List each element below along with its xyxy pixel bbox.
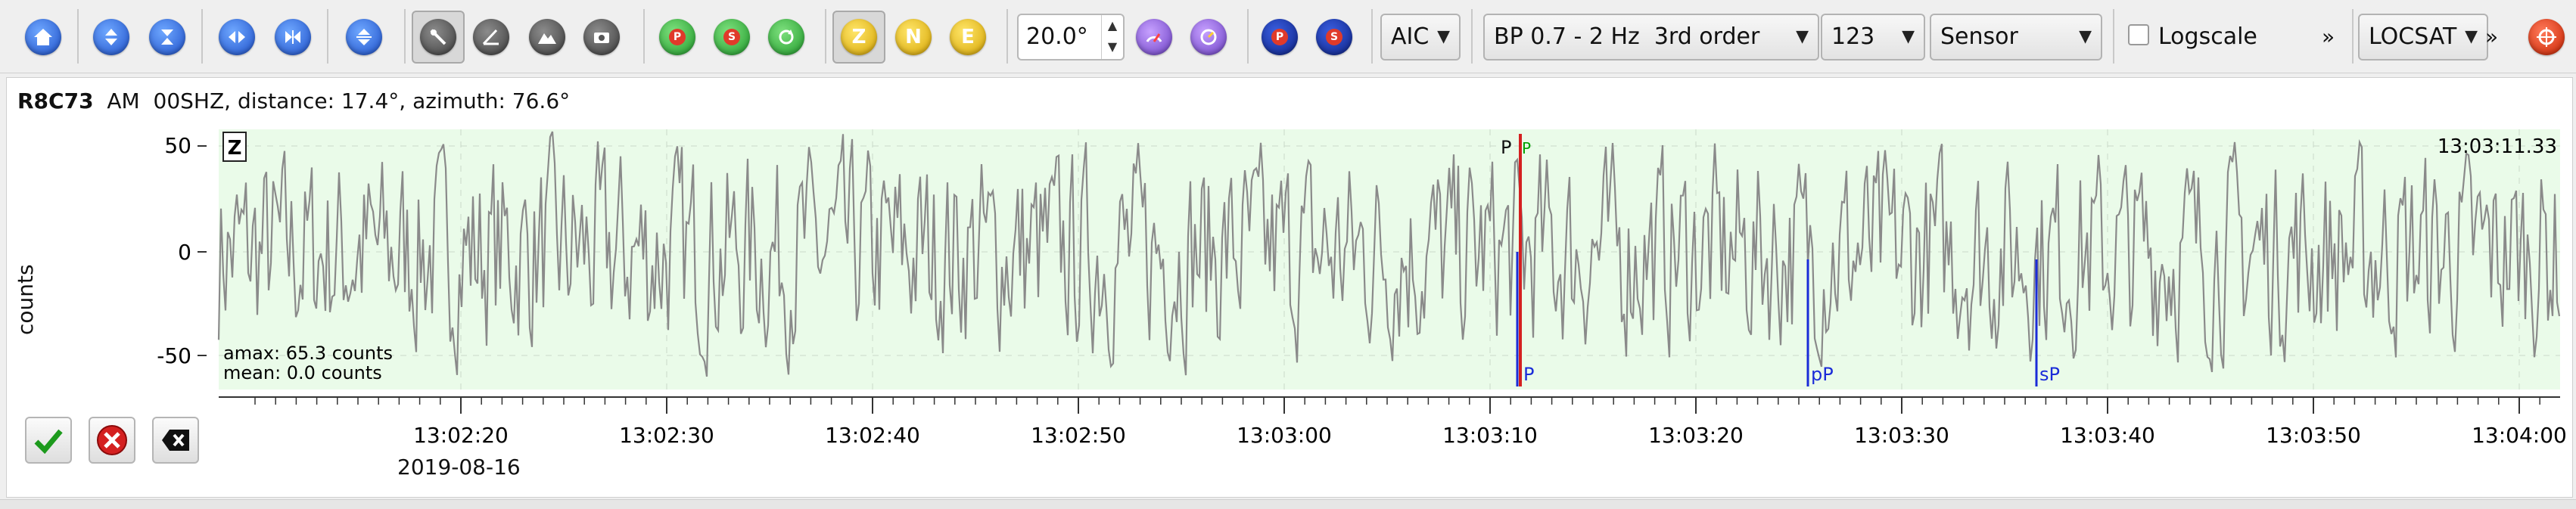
rotate-button[interactable] [1128,11,1181,64]
y-tick-label: 0 [178,240,191,265]
x-tick-label: 13:02:50 [1031,423,1126,448]
pick-p-button[interactable]: P [651,11,704,64]
rotate-gauge-icon [1136,19,1172,55]
cancel-icon [97,425,127,455]
filter-select[interactable]: BP 0.7 - 2 Hz 3rd order ▼ [1483,14,1819,61]
component-badge: Z [228,137,242,160]
mean-label: mean: 0.0 counts [223,362,382,383]
show-s-button[interactable]: S [1308,11,1361,64]
scroll-left-right-button[interactable] [210,11,263,64]
rotation-angle-spinbox[interactable]: 20.0° ▲ ▼ [1017,14,1125,61]
x-tick-label: 13:04:00 [2472,423,2567,448]
time-axis-ticks: 13:02:20 13:02:30 13:02:40 13:02:50 13:03:00… [254,397,2567,448]
check-icon [34,429,63,454]
amax-label: amax: 65.3 counts [223,343,393,364]
toolbar-overflow-icon-2[interactable]: » [2485,14,2498,61]
waveform-plot[interactable]: P PP pP sP Z 50 0 -50 13:03:11.33 amax: 65.… [7,78,2574,498]
spin-arrows-icon[interactable]: ▲ ▼ [1101,15,1123,59]
refresh-pick-icon [768,19,804,55]
n-component-icon: N [895,19,932,55]
show-p-button[interactable]: P [1253,11,1306,64]
component-n-button[interactable]: N [887,11,940,64]
stream-count-select[interactable]: 123 ▼ [1821,14,1925,61]
pick-label-automatic: P [1522,139,1531,157]
x-tick-label: 13:03:30 [1854,423,1949,448]
p-pick-icon: P [659,19,695,55]
logscale-label: Logscale [2158,23,2257,50]
recorder-icon [583,19,620,55]
chevron-down-icon: ▼ [1796,27,1809,46]
align-vertical-icon [346,19,382,55]
zoom-time-button[interactable] [266,11,319,64]
x-tick-label: 13:02:40 [825,423,920,448]
pick-next-button[interactable] [760,11,813,64]
align-button[interactable] [338,11,390,64]
locate-button[interactable] [2520,11,2573,64]
z-component-icon: Z [841,19,877,55]
home-icon [25,19,61,55]
time-readout: 13:03:11.33 [2438,135,2557,158]
e-component-icon: E [950,19,986,55]
component-z-button[interactable]: Z [832,11,885,64]
chevron-down-icon: ▼ [1437,27,1450,46]
trace-area[interactable] [219,129,2560,390]
trace-panel: R8C73 AM 00SHZ, distance: 17.4°, azimuth… [6,77,2573,498]
pick-cursor-icon [420,19,456,55]
s-phase-icon: S [1316,19,1352,55]
spectrum-button[interactable] [521,11,574,64]
clear-picks-button[interactable] [152,417,199,464]
pick-label-manual: P [1501,137,1511,158]
mountain-icon [529,19,565,55]
x-tick-label: 13:03:00 [1237,423,1332,448]
angle-icon [473,19,509,55]
arrow-left-right-icon [219,19,255,55]
zoom-amplitude-button[interactable] [141,11,194,64]
toolbar: P S Z N E 20.0° ▲ ▼ P S AIC ▼ BP 0.7 - 2… [0,0,2576,73]
p-phase-icon: P [1262,19,1298,55]
arrows-inward-icon [149,19,185,55]
y-tick-label: 50 [164,133,191,158]
pick-mode-button[interactable] [412,11,465,64]
chevron-down-icon: ▼ [2465,27,2478,46]
x-tick-label: 13:03:20 [1648,423,1744,448]
picker-method-select[interactable]: AIC ▼ [1380,14,1461,61]
pick-label-theoretical-p: P [1523,364,1534,385]
chevron-down-icon: ▼ [2079,27,2092,46]
x-tick-label: 13:02:20 [413,423,509,448]
home-button[interactable] [17,11,70,64]
arrow-up-down-icon [93,19,129,55]
x-tick-label: 13:03:50 [2266,423,2361,448]
rotation-angle-value: 20.0° [1026,23,1088,50]
reject-button[interactable] [89,417,135,464]
component-e-button[interactable]: E [941,11,994,64]
chevron-down-icon: ▼ [1902,27,1915,46]
arrows-horizontal-inward-icon [275,19,311,55]
x-tick-label: 13:02:30 [619,423,714,448]
x-tick-label: 13:03:10 [1442,423,1538,448]
unit-mode-select[interactable]: Sensor ▼ [1930,14,2102,61]
locator-select[interactable]: LOCSAT ▼ [2358,14,2488,61]
rotate-dial-icon [1190,19,1227,55]
target-icon [2528,19,2565,55]
y-tick-label: -50 [157,343,191,368]
s-pick-icon: S [714,19,750,55]
pick-label-theoretical-pp: pP [1811,364,1834,385]
pick-label-theoretical-sp: sP [2039,364,2060,385]
logscale-checkbox[interactable] [2128,24,2149,45]
record-view-button[interactable] [575,11,628,64]
measure-mode-button[interactable] [465,11,518,64]
accept-button[interactable] [25,417,72,464]
delete-tag-icon [162,430,189,451]
toolbar-overflow-icon[interactable]: » [2322,14,2335,61]
rotate-reset-button[interactable] [1182,11,1235,64]
date-label: 2019-08-16 [397,455,521,480]
x-tick-label: 13:03:40 [2060,423,2155,448]
status-strip [0,499,2576,509]
pick-s-button[interactable]: S [705,11,758,64]
scroll-up-button[interactable] [85,11,138,64]
